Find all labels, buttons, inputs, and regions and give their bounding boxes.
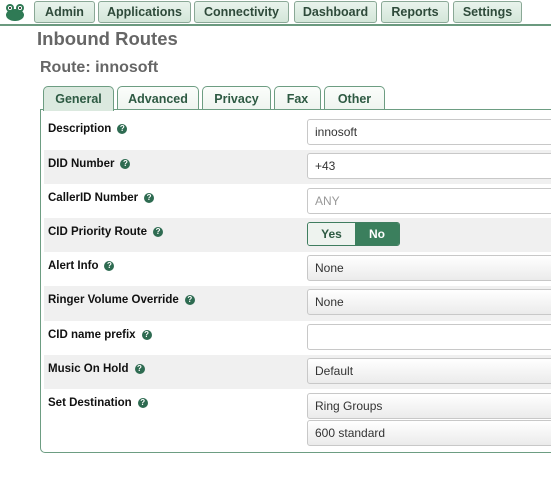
cid-name-prefix-input[interactable] bbox=[307, 324, 551, 350]
frog-logo-icon[interactable] bbox=[4, 2, 26, 22]
music-on-hold-label-text: Music On Hold bbox=[48, 363, 129, 375]
alert-info-select[interactable]: None bbox=[307, 255, 551, 281]
help-icon[interactable]: ? bbox=[184, 295, 195, 305]
cid-priority-yes-button[interactable]: Yes bbox=[308, 223, 355, 245]
help-icon[interactable]: ? bbox=[134, 364, 145, 374]
cid-priority-route-label-text: CID Priority Route bbox=[48, 226, 148, 238]
did-number-label: DID Number? bbox=[48, 158, 131, 170]
ringer-volume-override-label: Ringer Volume Override? bbox=[48, 294, 195, 306]
callerid-number-label: CallerID Number? bbox=[48, 192, 155, 204]
cid-priority-route-label: CID Priority Route? bbox=[48, 226, 164, 238]
route-title: Route: innosoft bbox=[40, 59, 159, 76]
nav-connectivity-button[interactable]: Connectivity bbox=[194, 1, 289, 23]
did-number-input[interactable]: +43 bbox=[307, 153, 551, 179]
callerid-number-input[interactable]: ANY bbox=[307, 188, 551, 214]
ringer-volume-override-label-text: Ringer Volume Override bbox=[48, 294, 179, 306]
description-label: Description? bbox=[48, 123, 128, 135]
help-icon[interactable]: ? bbox=[104, 261, 115, 271]
tab-general[interactable]: General bbox=[43, 86, 114, 111]
cid-priority-route-row: CID Priority Route? Yes No bbox=[44, 218, 551, 252]
nav-applications-button[interactable]: Applications bbox=[98, 1, 191, 23]
cid-name-prefix-label: CID name prefix? bbox=[48, 329, 152, 341]
music-on-hold-label: Music On Hold? bbox=[48, 363, 145, 375]
set-destination-label-text: Set Destination bbox=[48, 397, 132, 409]
description-input[interactable]: innosoft bbox=[307, 119, 551, 145]
ringer-volume-override-select[interactable]: None bbox=[307, 289, 551, 315]
alert-info-label: Alert Info? bbox=[48, 260, 115, 272]
nav-dashboard-button[interactable]: Dashboard bbox=[294, 1, 377, 23]
nav-divider bbox=[0, 24, 551, 26]
tab-advanced[interactable]: Advanced bbox=[117, 86, 199, 110]
cid-name-prefix-label-text: CID name prefix bbox=[48, 329, 136, 341]
destination-target-select[interactable]: 600 standard bbox=[307, 420, 551, 446]
help-icon[interactable]: ? bbox=[153, 227, 164, 237]
help-icon[interactable]: ? bbox=[141, 330, 152, 340]
tab-privacy[interactable]: Privacy bbox=[202, 86, 271, 110]
description-label-text: Description bbox=[48, 123, 112, 135]
tab-fax[interactable]: Fax bbox=[274, 86, 321, 110]
nav-settings-button[interactable]: Settings bbox=[453, 1, 522, 23]
tab-other[interactable]: Other bbox=[324, 86, 385, 110]
destination-type-select[interactable]: Ring Groups bbox=[307, 393, 551, 419]
help-icon[interactable]: ? bbox=[117, 124, 128, 134]
cid-priority-no-button[interactable]: No bbox=[355, 223, 399, 245]
help-icon[interactable]: ? bbox=[137, 398, 148, 408]
set-destination-label: Set Destination? bbox=[48, 397, 148, 409]
help-icon[interactable]: ? bbox=[144, 193, 155, 203]
help-icon[interactable]: ? bbox=[120, 159, 131, 169]
cid-priority-route-toggle: Yes No bbox=[307, 222, 400, 246]
top-nav-bar: Admin Applications Connectivity Dashboar… bbox=[0, 0, 551, 26]
nav-reports-button[interactable]: Reports bbox=[381, 1, 449, 23]
page-title: Inbound Routes bbox=[37, 28, 178, 49]
callerid-number-label-text: CallerID Number bbox=[48, 192, 139, 204]
music-on-hold-select[interactable]: Default bbox=[307, 358, 551, 384]
nav-admin-button[interactable]: Admin bbox=[34, 1, 95, 23]
did-number-label-text: DID Number bbox=[48, 158, 115, 170]
alert-info-label-text: Alert Info bbox=[48, 260, 99, 272]
